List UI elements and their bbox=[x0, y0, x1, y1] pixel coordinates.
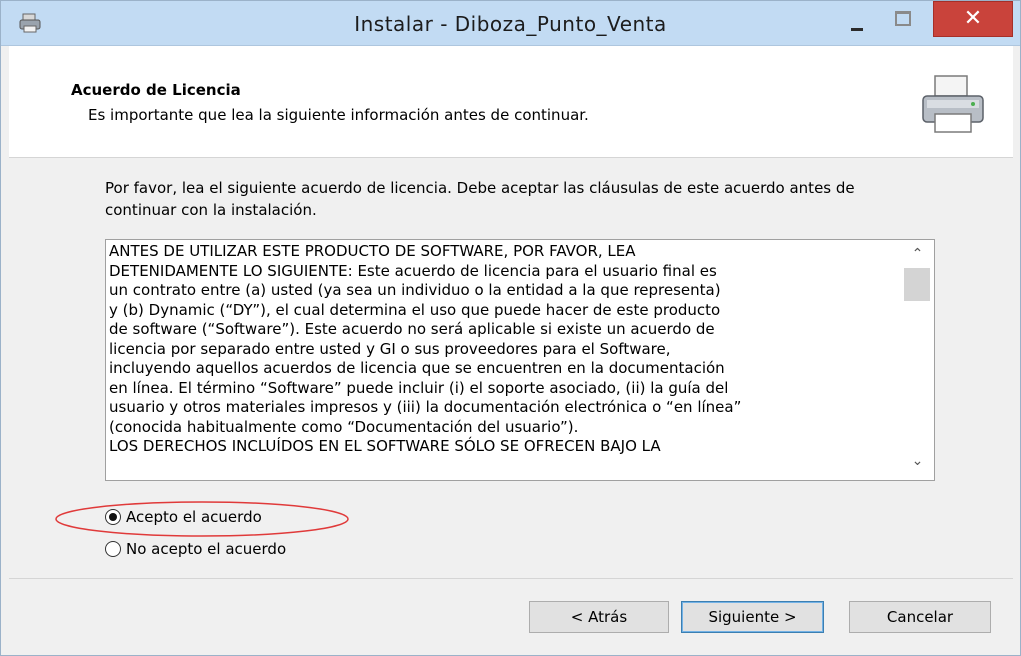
wizard-header: Acuerdo de Licencia Es importante que le… bbox=[9, 46, 1013, 158]
minimize-button[interactable] bbox=[839, 5, 873, 35]
minimize-icon bbox=[851, 28, 863, 31]
decline-radio[interactable] bbox=[105, 541, 121, 557]
cancel-button[interactable]: Cancelar bbox=[849, 601, 991, 633]
page-subtitle: Es importante que lea la siguiente infor… bbox=[88, 106, 589, 124]
decline-label: No acepto el acuerdo bbox=[126, 540, 287, 558]
scroll-up-icon[interactable]: ⌃ bbox=[901, 246, 934, 264]
maximize-icon bbox=[895, 11, 911, 26]
scroll-down-icon[interactable]: ⌄ bbox=[901, 453, 934, 471]
intro-text: Por favor, lea el siguiente acuerdo de l… bbox=[105, 179, 855, 219]
accept-label: Acepto el acuerdo bbox=[126, 508, 262, 526]
accept-radio[interactable] bbox=[105, 509, 121, 525]
vertical-scrollbar[interactable]: ⌃ ⌄ bbox=[901, 240, 934, 480]
license-textbox[interactable]: ANTES DE UTILIZAR ESTE PRODUCTO DE SOFTW… bbox=[105, 239, 935, 481]
installer-window: Instalar - Diboza_Punto_Venta ✕ Acuerdo … bbox=[0, 0, 1021, 656]
close-button[interactable]: ✕ bbox=[933, 1, 1013, 37]
next-button[interactable]: Siguiente > bbox=[681, 601, 824, 633]
close-icon: ✕ bbox=[963, 6, 983, 31]
scroll-thumb[interactable] bbox=[904, 268, 930, 301]
page-title: Acuerdo de Licencia bbox=[71, 81, 241, 99]
printer-icon bbox=[922, 75, 984, 133]
license-text: ANTES DE UTILIZAR ESTE PRODUCTO DE SOFTW… bbox=[109, 242, 742, 455]
back-button[interactable]: < Atrás bbox=[529, 601, 669, 633]
title-bar[interactable]: Instalar - Diboza_Punto_Venta ✕ bbox=[1, 1, 1020, 46]
maximize-button[interactable] bbox=[884, 5, 918, 35]
footer-divider bbox=[9, 578, 1013, 579]
